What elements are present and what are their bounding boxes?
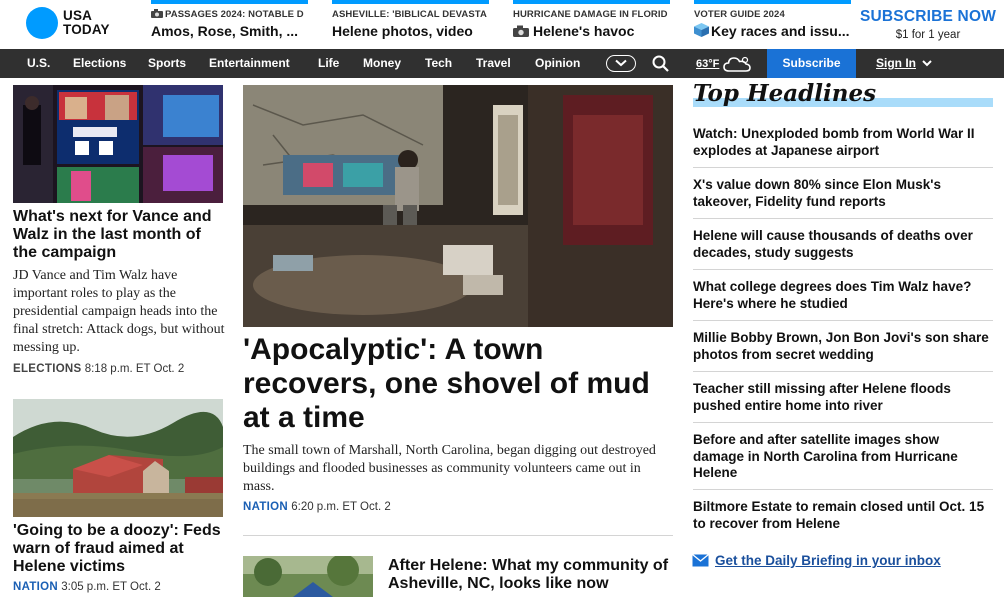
story-summary-vance-walz: JD Vance and Tim Walz have important rol… xyxy=(13,268,225,355)
headline-item[interactable]: Biltmore Estate to remain closed until O… xyxy=(693,499,993,532)
headline-item[interactable]: Watch: Unexploded bomb from World War II… xyxy=(693,126,993,159)
divider xyxy=(693,218,993,219)
teaser-title-text: Key races and issu... xyxy=(711,23,850,39)
nav-item-opinion[interactable]: Opinion xyxy=(535,49,580,78)
masthead: USA TODAY PASSAGES 2024: NOTABLE D Amos,… xyxy=(0,0,1004,49)
headline-item[interactable]: What college degrees does Tim Walz have?… xyxy=(693,279,993,312)
subscribe-price: $1 for 1 year xyxy=(895,29,961,41)
timestamp: 8:18 p.m. ET Oct. 2 xyxy=(84,363,185,375)
secondary-story-title[interactable]: After Helene: What my community of Ashev… xyxy=(388,557,678,593)
logo-line-1: USA xyxy=(63,8,93,23)
nav-more-button[interactable] xyxy=(606,55,636,72)
headline-item[interactable]: Millie Bobby Brown, Jon Bon Jovi's son s… xyxy=(693,330,993,363)
headline-item[interactable]: Teacher still missing after Helene flood… xyxy=(693,381,993,414)
teaser-kicker-text: PASSAGES 2024: NOTABLE D xyxy=(165,9,304,20)
divider xyxy=(243,535,673,536)
nav-subscribe-button[interactable]: Subscribe xyxy=(767,49,856,78)
story-image-flooded-barn[interactable] xyxy=(13,399,223,517)
teaser-kicker-text: VOTER GUIDE 2024 xyxy=(694,9,785,20)
teaser-accent-bar xyxy=(513,0,670,4)
divider xyxy=(693,422,993,423)
divider xyxy=(693,489,993,490)
nav-item-money[interactable]: Money xyxy=(363,49,401,78)
teaser-hurricane-damage[interactable]: HURRICANE DAMAGE IN FLORID Helene's havo… xyxy=(513,0,670,39)
timestamp: 6:20 p.m. ET Oct. 2 xyxy=(291,501,391,513)
camera-icon xyxy=(151,9,163,18)
story-image-vance-walz[interactable] xyxy=(13,85,223,203)
subscribe-promo[interactable]: SUBSCRIBE NOW $1 for 1 year xyxy=(856,8,1000,41)
logo-circle-icon xyxy=(26,7,58,39)
daily-briefing-text: Get the Daily Briefing in your inbox xyxy=(715,553,941,568)
flooded-farm-photo xyxy=(13,399,223,517)
times-square-screen-photo xyxy=(13,85,223,203)
chevron-down-icon xyxy=(922,60,932,67)
teaser-kicker-text: HURRICANE DAMAGE IN FLORID xyxy=(513,9,668,20)
section-label[interactable]: NATION xyxy=(243,501,288,513)
mud-cleanup-photo xyxy=(243,85,673,327)
headline-item[interactable]: X's value down 80% since Elon Musk's tak… xyxy=(693,177,993,210)
nav-item-us[interactable]: U.S. xyxy=(27,49,50,78)
sign-in-label: Sign In xyxy=(876,56,916,70)
teaser-title-text: Helene's havoc xyxy=(533,23,635,39)
envelope-icon xyxy=(692,554,709,567)
camera-icon xyxy=(513,25,529,37)
teaser-title: Amos, Rose, Smith, ... xyxy=(151,23,299,39)
search-icon xyxy=(652,55,669,72)
top-headlines-heading: Top Headlines xyxy=(693,80,877,107)
teaser-voter-guide[interactable]: VOTER GUIDE 2024 Key races and issu... xyxy=(694,0,851,39)
nav-item-elections[interactable]: Elections xyxy=(73,49,126,78)
asheville-photo xyxy=(243,556,373,597)
nav-item-life[interactable]: Life xyxy=(318,49,339,78)
headline-item[interactable]: Before and after satellite images show d… xyxy=(693,432,993,482)
subscribe-now-title: SUBSCRIBE NOW xyxy=(859,8,997,25)
nav-item-tech[interactable]: Tech xyxy=(425,49,452,78)
cloudy-weather-icon xyxy=(723,56,752,72)
story-title-fraud-warning[interactable]: 'Going to be a doozy': Feds warn of frau… xyxy=(13,522,227,576)
divider xyxy=(693,167,993,168)
logo-line-2: TODAY xyxy=(63,22,110,37)
divider xyxy=(693,320,993,321)
headline-item[interactable]: Helene will cause thousands of deaths ov… xyxy=(693,228,993,261)
secondary-story-image[interactable] xyxy=(243,556,373,597)
divider xyxy=(693,269,993,270)
timestamp: 3:05 p.m. ET Oct. 2 xyxy=(61,581,161,593)
story-title-vance-walz[interactable]: What's next for Vance and Walz in the la… xyxy=(13,208,225,262)
usa-today-logo[interactable]: USA TODAY xyxy=(26,7,110,39)
nav-item-sports[interactable]: Sports xyxy=(148,49,186,78)
story-meta-vance-walz: ELECTIONS 8:18 p.m. ET Oct. 2 xyxy=(13,363,184,375)
lead-story-meta: NATION 6:20 p.m. ET Oct. 2 xyxy=(243,501,391,513)
lead-story-image[interactable] xyxy=(243,85,673,327)
teaser-title: Helene photos, video xyxy=(332,23,473,39)
teaser-accent-bar xyxy=(694,0,851,4)
nav-item-travel[interactable]: Travel xyxy=(476,49,511,78)
story-meta-fraud-warning: NATION 3:05 p.m. ET Oct. 2 xyxy=(13,581,161,593)
weather-temp: 63°F xyxy=(696,57,720,70)
daily-briefing-link[interactable]: Get the Daily Briefing in your inbox xyxy=(692,553,941,568)
chevron-down-icon xyxy=(615,59,627,67)
divider xyxy=(693,371,993,372)
teaser-kicker-text: ASHEVILLE: 'BIBLICAL DEVASTA xyxy=(332,9,487,20)
search-button[interactable] xyxy=(652,55,669,77)
teaser-passages[interactable]: PASSAGES 2024: NOTABLE D Amos, Rose, Smi… xyxy=(151,0,308,39)
teaser-accent-bar xyxy=(332,0,489,4)
lead-story-summary: The small town of Marshall, North Caroli… xyxy=(243,443,656,494)
weather-widget[interactable]: 63°F xyxy=(696,49,752,78)
section-label[interactable]: ELECTIONS xyxy=(13,363,82,375)
sign-in-button[interactable]: Sign In xyxy=(876,49,932,78)
ballot-box-icon xyxy=(694,23,709,37)
section-label[interactable]: NATION xyxy=(13,581,58,593)
lead-story-title[interactable]: 'Apocalyptic': A town recovers, one shov… xyxy=(243,333,673,435)
main-nav: U.S. Elections Sports Entertainment Life… xyxy=(0,49,1004,78)
teaser-asheville[interactable]: ASHEVILLE: 'BIBLICAL DEVASTA Helene phot… xyxy=(332,0,489,39)
teaser-accent-bar xyxy=(151,0,308,4)
nav-item-entertainment[interactable]: Entertainment xyxy=(209,49,290,78)
